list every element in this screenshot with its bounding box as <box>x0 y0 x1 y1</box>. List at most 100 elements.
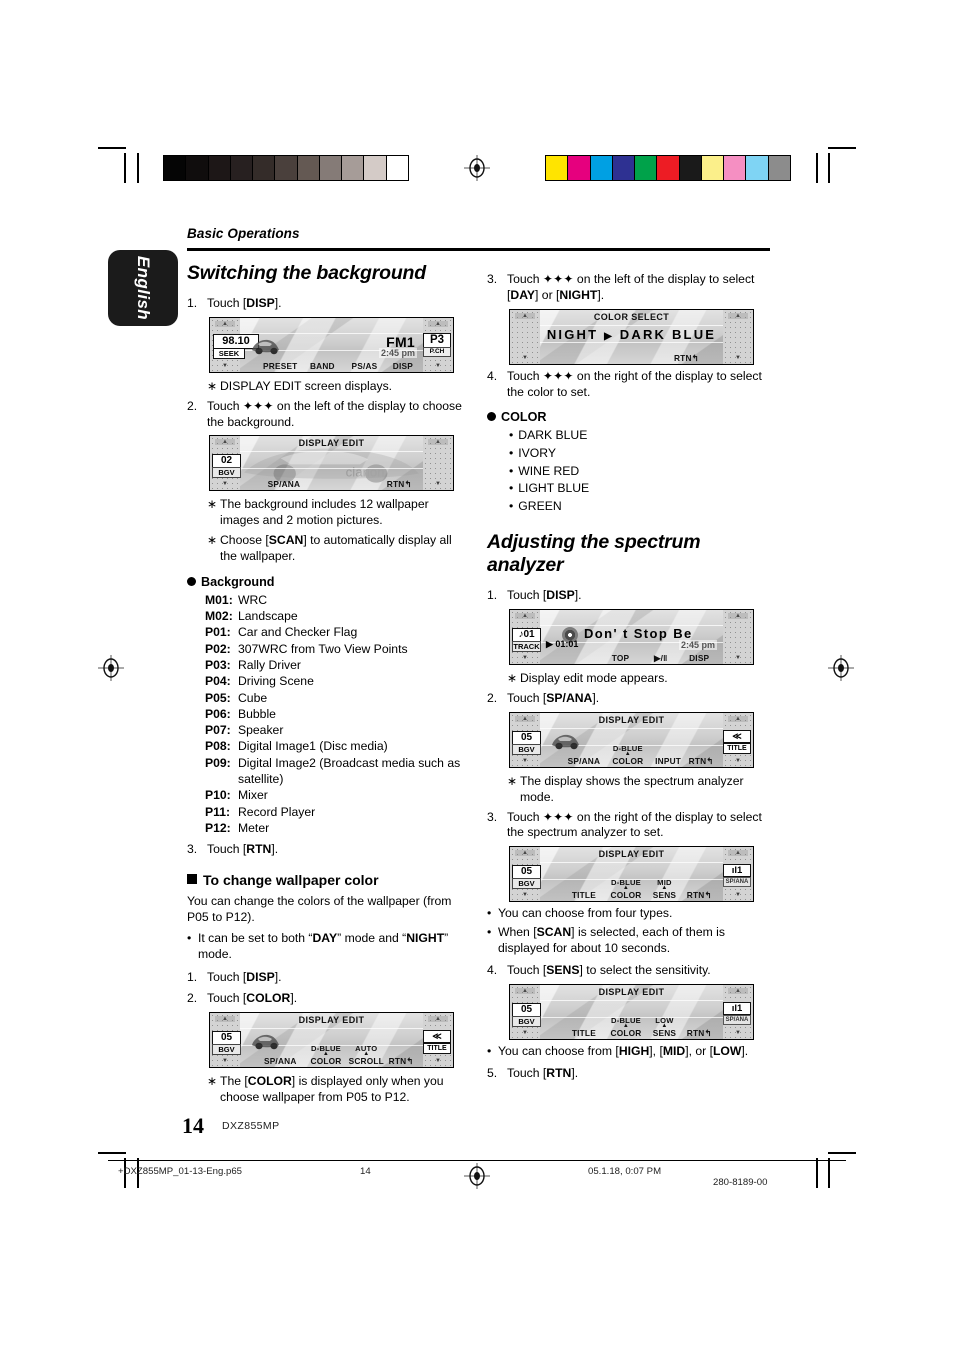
step-text: Touch [SP/ANA]. <box>507 690 600 705</box>
softkey-color[interactable]: D-BLUE ▲ COLOR <box>611 1016 642 1038</box>
lcd-prev-chip[interactable]: ≪ <box>423 1029 451 1043</box>
lcd-divider <box>510 324 753 326</box>
note-display-edit-mode: ∗ Display edit mode appears. <box>487 671 771 687</box>
bullet-day-night-mode: • It can be set to both “DAY” mode and “… <box>187 931 471 963</box>
lcd-left-rail[interactable]: ▲ ▼ <box>510 309 540 364</box>
softkey-disp[interactable]: DISP <box>393 361 413 371</box>
background-name: Digital Image2 (Broadcast media such as … <box>238 755 461 786</box>
grayscale-swatch <box>275 156 298 180</box>
step-text: Touch ✦✦✦ on the right of the display to… <box>507 809 762 840</box>
step-number: 2. <box>187 398 198 413</box>
lcd-title-chip[interactable]: TITLE <box>723 742 751 754</box>
softkey-rtn[interactable]: RTN↰ <box>389 1056 414 1066</box>
softkey-rtn[interactable]: RTN↰ <box>689 756 714 766</box>
note-marker: ∗ <box>207 1073 218 1088</box>
lcd-elapsed-time: ▶ 01:01 <box>546 639 579 650</box>
lcd-title-chip[interactable]: TITLE <box>423 1042 451 1054</box>
note-text: DISPLAY EDIT screen displays. <box>220 378 393 393</box>
lcd-softkey-bar: TITLE D-BLUE ▲ COLOR LOW ▲ SENS RTN↰ <box>540 1016 723 1038</box>
softkey-rtn[interactable]: RTN↰ <box>687 890 712 900</box>
lcd-softkey-bar: SP/ANA RTN↰ <box>240 476 423 489</box>
softkey-spana[interactable]: SP/ANA <box>264 1056 297 1066</box>
subsection-label: To change wallpaper color <box>203 871 379 888</box>
lcd-display-edit-sens-mid: ▲ ▼ ▲ ▼ DISPLAY EDIT 05 BGV ıl1 SP/ANA TIT… <box>509 846 754 903</box>
softkey-play-pause[interactable]: ▶/‖ <box>654 653 667 663</box>
background-list-heading: Background <box>187 575 471 589</box>
step-number: 5. <box>487 1065 498 1080</box>
background-list-item: P04: Driving Scene <box>205 673 471 689</box>
crop-mark-tr-v <box>828 153 830 183</box>
softkey-sens[interactable]: LOW ▲ SENS <box>653 1016 676 1038</box>
softkey-rtn[interactable]: RTN↰ <box>387 479 412 489</box>
manual-page: Basic Operations English Switching the b… <box>0 0 954 1351</box>
registration-target-bottom <box>464 1163 490 1189</box>
softkey-band[interactable]: BAND <box>310 361 335 371</box>
step-text: Touch [DISP]. <box>207 970 282 985</box>
lcd-softkey-bar: TOP ▶/‖ DISP <box>540 650 723 663</box>
background-code: P04: <box>205 674 231 689</box>
lcd-preset-chip: P3 <box>423 332 451 348</box>
square-bullet-icon <box>187 873 197 884</box>
background-list-item: P08: Digital Image1 (Disc media) <box>205 738 471 754</box>
subsection-change-wallpaper-color: To change wallpaper color <box>187 872 471 889</box>
lcd-right-rail[interactable]: ▲ ▼ <box>423 436 453 491</box>
lcd-softkey-bar: SP/ANA D-BLUE ▲ COLOR INPUT RTN↰ <box>540 744 723 766</box>
lcd-softkey-bar: TITLE D-BLUE ▲ COLOR MID ▲ SENS RTN↰ <box>540 879 723 901</box>
process-color-swatch <box>590 156 613 180</box>
lcd-right-rail[interactable]: ▲ ▼ <box>723 309 753 364</box>
softkey-preset[interactable]: PRESET <box>263 361 297 371</box>
bullet-marker: • <box>509 446 514 460</box>
section-heading-switching-background: Switching the background <box>187 262 426 284</box>
background-name: Speaker <box>238 723 284 738</box>
softkey-spana[interactable]: SP/ANA <box>268 479 301 489</box>
lcd-right-rail[interactable]: ▲ ▼ <box>723 610 753 665</box>
arrow-right-icon: ▶ <box>604 330 614 342</box>
lcd-track-title: Don' t Stop Be <box>584 626 693 642</box>
wp-step-1-touch-disp: 1. Touch [DISP]. <box>187 970 471 986</box>
softkey-color[interactable]: D-BLUE ▲ COLOR <box>311 1044 342 1066</box>
step-number: 2. <box>187 991 198 1006</box>
car-graphic-icon <box>252 1034 279 1050</box>
softkey-color[interactable]: D-BLUE ▲ COLOR <box>611 879 642 901</box>
color-list-item: • LIGHT BLUE <box>509 480 771 498</box>
softkey-color[interactable]: D-BLUE ▲ COLOR <box>612 744 643 766</box>
color-list-item: • IVORY <box>509 445 771 463</box>
softkey-input[interactable]: INPUT <box>655 756 681 766</box>
softkey-psas[interactable]: PS/AS <box>351 361 377 371</box>
bullet-marker: • <box>509 498 514 513</box>
footer-docnum: 280-8189-00 <box>713 1177 768 1188</box>
note-display-edit-screen: ∗ DISPLAY EDIT screen displays. <box>187 379 471 395</box>
background-definition-list: M01: WRC M02: Landscape P01: Car and Checker … <box>205 592 471 836</box>
step-3-select-day-night: 3. Touch ✦✦✦ on the left of the display … <box>487 272 771 304</box>
lcd-bgv-number: 05 <box>512 1002 541 1017</box>
step-text: Touch [DISP]. <box>507 588 582 603</box>
step-number: 3. <box>487 272 498 286</box>
note-marker: ∗ <box>507 773 518 788</box>
note-text: Choose [SCAN] to automatically display a… <box>220 533 452 564</box>
softkey-rtn[interactable]: RTN↰ <box>674 353 699 363</box>
lcd-color-value: DARK BLUE <box>619 326 717 342</box>
softkey-sens[interactable]: MID ▲ SENS <box>653 879 676 901</box>
softkey-spana[interactable]: SP/ANA <box>568 756 601 766</box>
softkey-disp[interactable]: DISP <box>689 653 709 663</box>
step-number: 4. <box>487 962 498 977</box>
note-color-displayed-only: ∗ The [COLOR] is displayed only when you… <box>187 1074 471 1106</box>
lcd-prev-chip[interactable]: ≪ <box>723 729 751 743</box>
background-list-item: P03: Rally Driver <box>205 657 471 673</box>
lcd-track-playback: ▲ ▼ ▲ ▼ ♪01 TRACK Don' t Stop Be ▶ 01:01 2… <box>509 609 754 666</box>
registration-target-top <box>464 155 490 181</box>
crop-mark-br-v <box>828 1158 830 1188</box>
softkey-title[interactable]: TITLE <box>572 1028 596 1038</box>
note-marker: ∗ <box>207 378 218 393</box>
softkey-rtn[interactable]: RTN↰ <box>687 1028 712 1038</box>
process-color-swatch <box>657 156 680 180</box>
softkey-top[interactable]: TOP <box>612 653 630 663</box>
background-list-item: P12: Meter <box>205 820 471 836</box>
background-code: P03: <box>205 658 231 672</box>
bullet-text: It can be set to both “DAY” mode and “NI… <box>198 931 449 962</box>
softkey-scroll[interactable]: AUTO ▲ SCROLL <box>349 1044 384 1066</box>
background-code: P08: <box>205 739 231 754</box>
color-list-item: • GREEN <box>509 498 771 516</box>
lcd-bgv-number: 05 <box>512 865 541 880</box>
softkey-title[interactable]: TITLE <box>572 890 596 900</box>
